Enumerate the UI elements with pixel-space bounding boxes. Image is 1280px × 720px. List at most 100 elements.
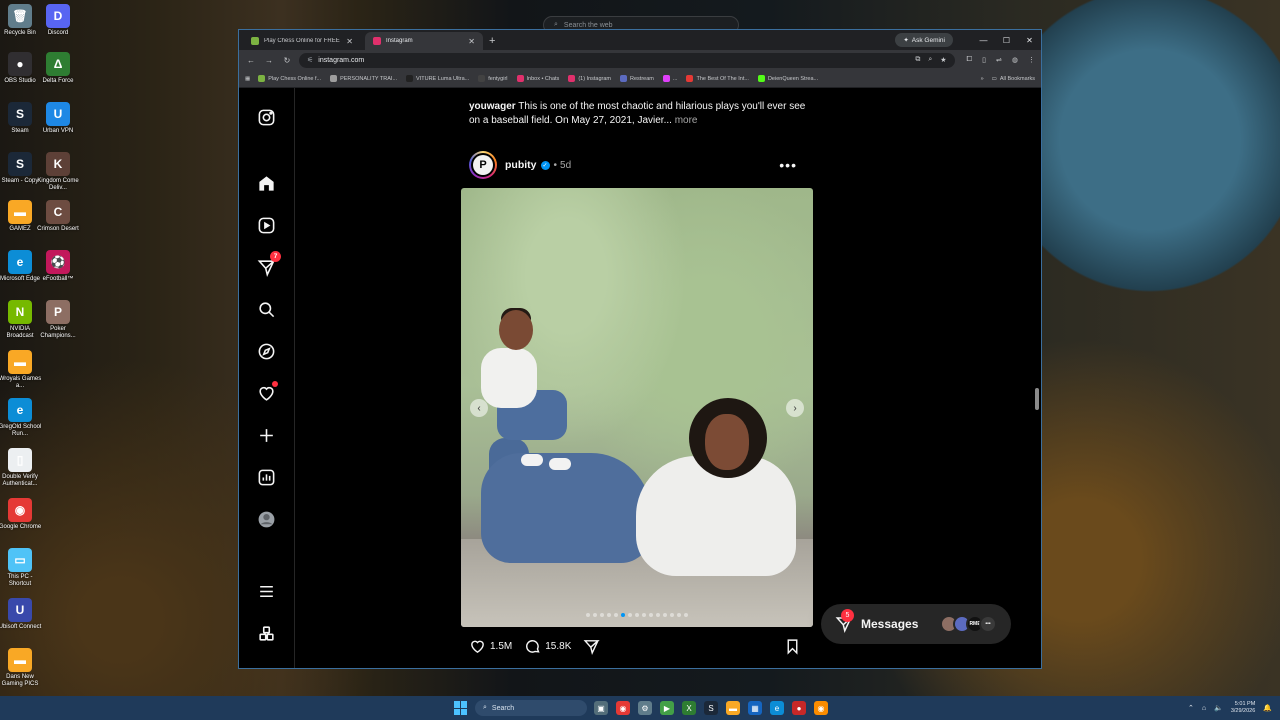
minimize-icon[interactable]: —: [972, 30, 995, 50]
profile-avatar-icon[interactable]: [255, 508, 277, 530]
desktop-icon[interactable]: S Steam - Copy: [0, 152, 40, 185]
tab-instagram[interactable]: Instagram ✕: [365, 32, 483, 50]
back-icon[interactable]: ←: [245, 56, 257, 65]
chrome-taskbar-icon[interactable]: ◉: [616, 701, 630, 715]
bookmark-item[interactable]: Play Chess Online f...: [258, 75, 321, 82]
desktop-icon[interactable]: 🗑 Recycle Bin: [0, 4, 40, 37]
caption-more-link[interactable]: more: [675, 115, 698, 126]
create-icon[interactable]: [255, 424, 277, 446]
tab-chess[interactable]: Play Chess Online for FREE - 2 ... ✕: [243, 32, 361, 50]
carousel-next-icon[interactable]: ›: [786, 399, 804, 417]
store-taskbar-icon[interactable]: ▦: [748, 701, 762, 715]
dashboard-icon[interactable]: [255, 466, 277, 488]
bookmark-item[interactable]: fentygirl: [478, 75, 508, 82]
post-username[interactable]: pubity: [505, 159, 537, 171]
save-button[interactable]: [784, 638, 801, 655]
desktop-icon[interactable]: U Ubisoft Connect: [0, 598, 41, 631]
install-app-icon[interactable]: ⧉: [915, 56, 920, 64]
post-timestamp[interactable]: 5d: [560, 160, 571, 171]
app-taskbar-icon[interactable]: ●: [792, 701, 806, 715]
desktop-icon[interactable]: ▬ Dans New Gaming PICS: [0, 648, 40, 688]
browser-menu-icon[interactable]: ⋮: [1028, 56, 1035, 64]
profile-icon[interactable]: ◍: [1012, 56, 1018, 64]
extensions-icon[interactable]: ⧠: [967, 56, 973, 64]
home-icon[interactable]: [255, 172, 277, 194]
start-button[interactable]: [454, 701, 468, 715]
caption-username[interactable]: youwager: [469, 101, 516, 112]
edge-taskbar-icon[interactable]: e: [770, 701, 784, 715]
desktop-icon[interactable]: ◉ Google Chrome: [0, 498, 41, 531]
url-omnibox[interactable]: ⚟ instagram.com ⧉ ⌕ ★: [299, 52, 955, 68]
side-panel-icon[interactable]: ▯: [982, 56, 986, 64]
cast-icon[interactable]: ⇌: [996, 56, 1002, 64]
more-bookmarks-icon[interactable]: »: [981, 76, 984, 82]
clock[interactable]: 5:01 PM 3/29/2026: [1231, 701, 1255, 715]
settings-taskbar-icon[interactable]: ⚙: [638, 701, 652, 715]
desktop-icon[interactable]: N NVIDIA Broadcast: [0, 300, 40, 340]
desktop-icon[interactable]: D Discord: [38, 4, 78, 37]
more-menu-icon[interactable]: [255, 580, 277, 602]
like-button[interactable]: 1.5M: [469, 638, 512, 655]
new-tab-button[interactable]: +: [489, 35, 495, 47]
ask-gemini-button[interactable]: ✦ Ask Gemini: [895, 33, 953, 47]
forward-icon[interactable]: →: [263, 56, 275, 65]
post-image[interactable]: ‹ ›: [461, 188, 813, 627]
site-info-icon[interactable]: ⚟: [307, 56, 313, 64]
search-icon[interactable]: [255, 298, 277, 320]
folder-taskbar-icon[interactable]: ▬: [726, 701, 740, 715]
bookmark-item[interactable]: PERSONALITY TRAI...: [330, 75, 397, 82]
desktop-icon[interactable]: ⚽ eFootball™: [38, 250, 78, 283]
desktop-icon[interactable]: S Steam: [0, 102, 40, 135]
page-scrollbar[interactable]: [1035, 388, 1039, 410]
media-taskbar-icon[interactable]: ▶: [660, 701, 674, 715]
desktop-icon[interactable]: P Poker Champions...: [38, 300, 78, 340]
maximize-icon[interactable]: ☐: [995, 30, 1018, 50]
desktop-icon[interactable]: Δ Delta Force: [38, 52, 78, 85]
also-from-meta-icon[interactable]: [255, 622, 277, 644]
zoom-icon[interactable]: ⌕: [928, 56, 932, 64]
bookmark-item[interactable]: ...: [662, 75, 677, 82]
reels-icon[interactable]: [255, 214, 277, 236]
comment-button[interactable]: 15.8K: [524, 638, 571, 655]
bookmark-item[interactable]: DeienQueen Strea...: [757, 75, 818, 82]
bookmark-item[interactable]: Restream: [620, 75, 654, 82]
desktop-icon[interactable]: e GregOld School Run...: [0, 398, 41, 438]
close-window-icon[interactable]: ✕: [1018, 30, 1041, 50]
all-bookmarks-folder[interactable]: ▭ All Bookmarks: [992, 76, 1035, 82]
desktop-icon[interactable]: C Crimson Desert: [37, 200, 79, 233]
notifications-icon[interactable]: [255, 381, 278, 404]
messages-floating-button[interactable]: 5 Messages RME •••: [821, 604, 1011, 644]
notification-bell-icon[interactable]: 🔔: [1263, 704, 1272, 712]
desktop-icon[interactable]: e Microsoft Edge: [0, 250, 40, 283]
desktop-icon[interactable]: U Urban VPN: [38, 102, 78, 135]
network-icon[interactable]: ⌂: [1202, 705, 1206, 712]
chrome-active-taskbar-icon[interactable]: ◉: [814, 701, 828, 715]
task-view-icon[interactable]: ▣: [594, 701, 608, 715]
messenger-icon[interactable]: 7: [255, 251, 281, 278]
bookmark-item[interactable]: (1) Instagram: [568, 75, 611, 82]
bookmark-item[interactable]: VITURE Luma Ultra...: [406, 75, 469, 82]
post-options-icon[interactable]: •••: [779, 157, 797, 173]
bookmark-item[interactable]: Inbox • Chats: [516, 75, 559, 82]
xbox-taskbar-icon[interactable]: X: [682, 701, 696, 715]
close-tab-icon[interactable]: ✕: [346, 37, 353, 46]
taskbar-search[interactable]: ⌕ Search: [475, 700, 587, 716]
chevron-up-icon[interactable]: ⌃: [1188, 704, 1194, 712]
apps-grid-icon[interactable]: ▦: [245, 76, 250, 82]
desktop-icon[interactable]: ▬ GAMEZ: [0, 200, 40, 233]
share-button[interactable]: [583, 638, 601, 655]
desktop-icon[interactable]: ▭ This PC - Shortcut: [0, 548, 40, 588]
post-avatar[interactable]: P: [469, 151, 497, 179]
close-tab-icon[interactable]: ✕: [468, 37, 475, 46]
volume-icon[interactable]: 🔈: [1214, 704, 1223, 712]
desktop-icon[interactable]: ● OBS Studio: [0, 52, 40, 85]
carousel-prev-icon[interactable]: ‹: [470, 399, 488, 417]
desktop-icon[interactable]: K Kingdom Come Deliv...: [37, 152, 79, 192]
reload-icon[interactable]: ↻: [281, 56, 293, 65]
desktop-icon[interactable]: ▯ Double Verify Authenticat...: [0, 448, 40, 488]
explore-icon[interactable]: [255, 340, 277, 362]
desktop-icon[interactable]: ▬ Wroyals Games a...: [0, 350, 41, 390]
steam-taskbar-icon[interactable]: S: [704, 701, 718, 715]
instagram-logo-icon[interactable]: [255, 106, 277, 128]
bookmark-star-icon[interactable]: ★: [940, 56, 946, 64]
